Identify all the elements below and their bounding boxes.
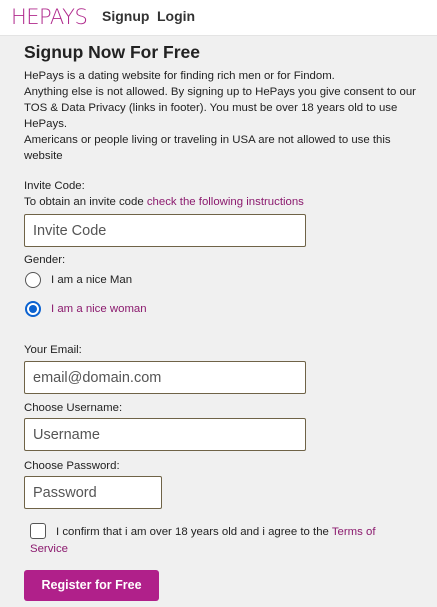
register-button[interactable]: Register for Free	[24, 570, 159, 601]
gender-woman-label[interactable]: I am a nice woman	[51, 303, 147, 315]
site-logo[interactable]: HEPAYS	[11, 4, 88, 30]
invite-instructions-link[interactable]: check the following instructions	[147, 196, 304, 208]
password-input[interactable]	[25, 477, 161, 508]
invite-code-help: To obtain an invite code check the follo…	[24, 195, 304, 209]
username-label: Choose Username:	[24, 402, 123, 414]
intro-text: HePays is a dating website for finding r…	[24, 68, 424, 164]
gender-option-man[interactable]: I am a nice Man	[25, 271, 132, 289]
age-terms-confirmation: I confirm that i am over 18 years old an…	[30, 524, 400, 558]
signup-intro: Signup Now For Free HePays is a dating w…	[24, 42, 424, 164]
username-input[interactable]	[25, 419, 305, 450]
gender-woman-radio[interactable]	[25, 301, 41, 317]
gender-man-radio[interactable]	[25, 272, 41, 288]
email-label: Your Email:	[24, 344, 82, 356]
password-label: Choose Password:	[24, 460, 120, 472]
intro-paragraph: Anything else is not allowed. By signing…	[24, 86, 416, 130]
invite-code-help-text: To obtain an invite code	[24, 196, 144, 208]
gender-man-label[interactable]: I am a nice Man	[51, 274, 132, 286]
email-field[interactable]	[24, 361, 306, 394]
invite-code-input[interactable]	[25, 215, 305, 246]
email-input[interactable]	[25, 362, 305, 393]
intro-paragraph: Americans or people living or traveling …	[24, 134, 391, 162]
intro-paragraph: HePays is a dating website for finding r…	[24, 70, 335, 82]
nav-signup-link[interactable]: Signup	[102, 8, 149, 25]
invite-code-field[interactable]	[24, 214, 306, 247]
invite-code-label: Invite Code:	[24, 180, 85, 192]
nav-login-link[interactable]: Login	[157, 8, 195, 25]
gender-label: Gender:	[24, 254, 66, 266]
gender-option-woman[interactable]: I am a nice woman	[25, 300, 147, 318]
password-field[interactable]	[24, 476, 162, 509]
page-title: Signup Now For Free	[24, 42, 200, 62]
top-nav-bar: HEPAYS Signup Login	[0, 0, 437, 36]
username-field[interactable]	[24, 418, 306, 451]
confirm-text: I confirm that i am over 18 years old an…	[56, 526, 329, 538]
